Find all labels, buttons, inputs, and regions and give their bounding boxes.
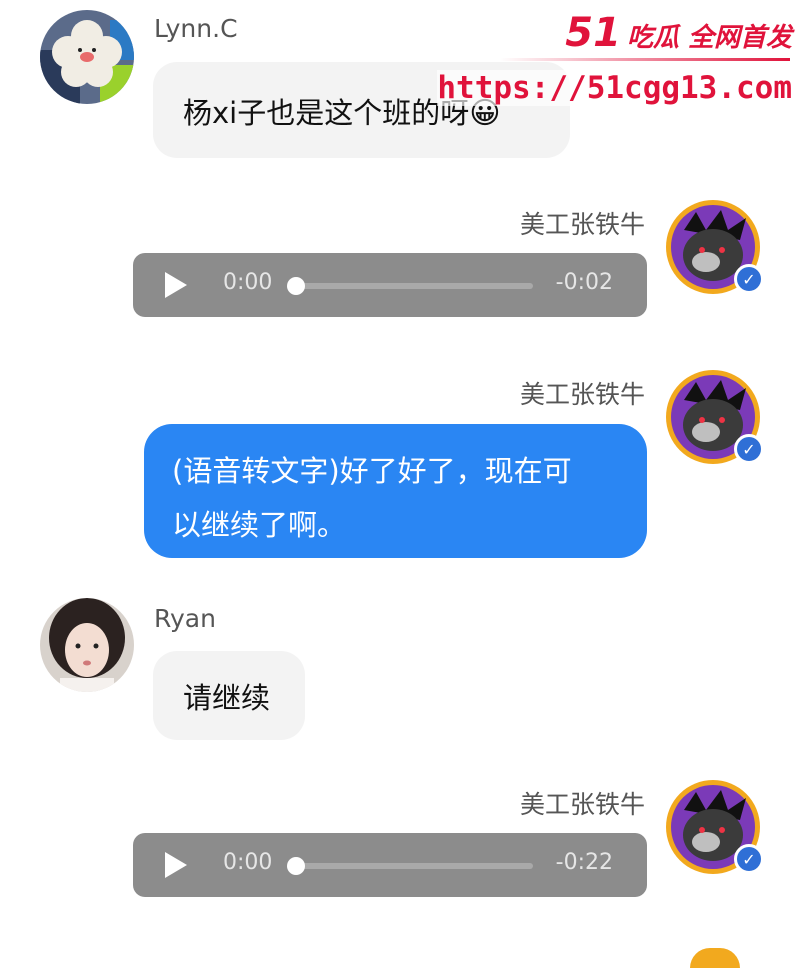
avatar-ryan[interactable]: [40, 598, 134, 692]
message-text: 杨xi子也是这个班的呀: [183, 96, 470, 130]
verified-check-icon: ✓: [734, 434, 764, 464]
audio-current-time: 0:00: [223, 850, 273, 875]
verified-check-icon: ✓: [734, 264, 764, 294]
watermark-divider: [500, 58, 790, 61]
sender-name: 美工张铁牛: [519, 380, 645, 409]
voice-message-player[interactable]: 0:00 -0:22: [133, 833, 647, 897]
play-icon[interactable]: [165, 272, 187, 298]
watermark-url: https://51cgg13.com: [437, 70, 792, 106]
audio-progress-track[interactable]: [293, 863, 533, 869]
verified-check-icon: ✓: [734, 844, 764, 874]
sender-name: 美工张铁牛: [519, 210, 645, 239]
voice-message-player[interactable]: 0:00 -0:02: [133, 253, 647, 317]
audio-current-time: 0:00: [223, 270, 273, 295]
watermark-logo: 51 吃瓜 全网首发: [565, 10, 792, 56]
message-text: 请继续: [183, 681, 271, 715]
audio-progress-knob[interactable]: [287, 857, 305, 875]
message-bubble[interactable]: (语音转文字)好了好了，现在可 以继续了啊。: [144, 424, 647, 558]
audio-progress-track[interactable]: [293, 283, 533, 289]
audio-progress-knob[interactable]: [287, 277, 305, 295]
message-bubble[interactable]: 请继续: [153, 651, 305, 740]
sender-name: Lynn.C: [154, 14, 238, 43]
audio-remaining-time: -0:22: [555, 850, 613, 875]
play-icon[interactable]: [165, 852, 187, 878]
avatar-meigong[interactable]: ✓: [666, 780, 764, 876]
avatar-partial: [690, 948, 740, 968]
audio-remaining-time: -0:02: [555, 270, 613, 295]
avatar-lynn[interactable]: [40, 10, 134, 104]
message-text-line: 以继续了啊。: [172, 508, 347, 542]
avatar-meigong[interactable]: ✓: [666, 370, 764, 466]
sender-name: 美工张铁牛: [519, 790, 645, 819]
avatar-meigong[interactable]: ✓: [666, 200, 764, 296]
sender-name: Ryan: [154, 604, 216, 633]
watermark-logo-text: 吃瓜 全网首发: [626, 23, 792, 53]
message-text-line: (语音转文字)好了好了，现在可: [172, 454, 572, 488]
watermark-logo-number: 51: [565, 10, 621, 56]
